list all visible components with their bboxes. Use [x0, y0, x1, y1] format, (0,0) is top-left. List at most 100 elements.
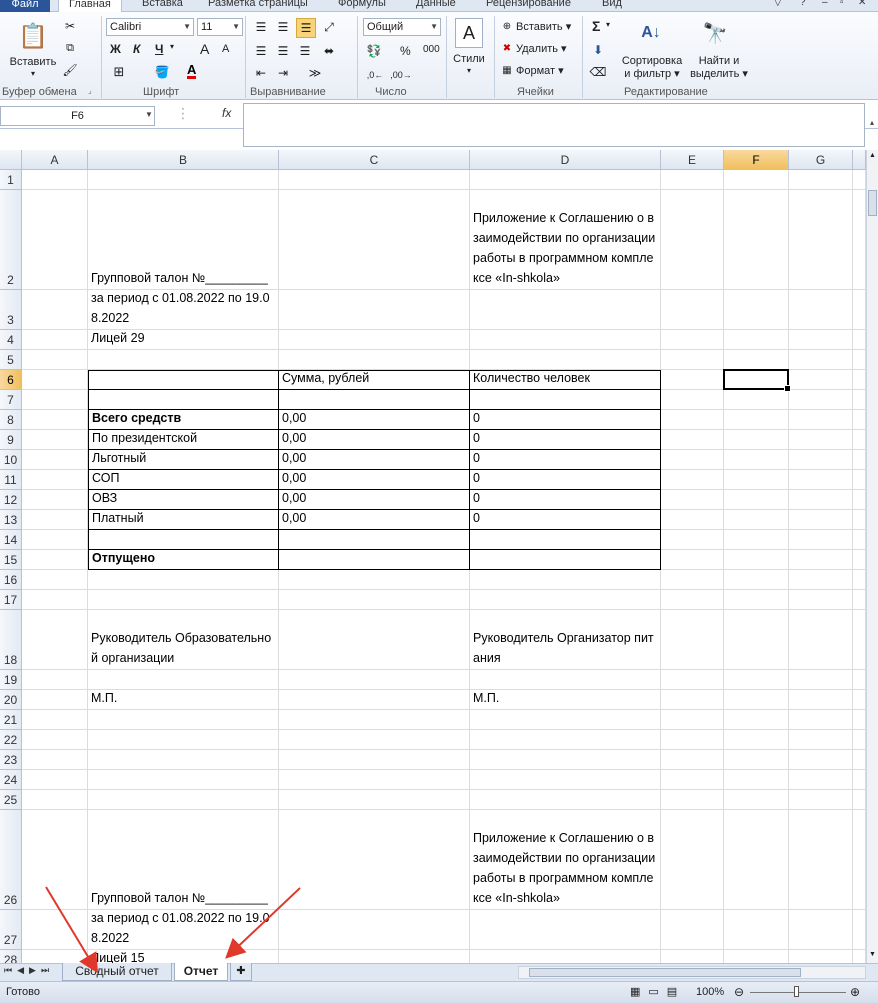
cell-h27[interactable] — [853, 910, 866, 950]
find-select-icon[interactable]: 🔭 — [700, 18, 730, 48]
cell-b25[interactable] — [88, 790, 279, 810]
align-right-icon[interactable]: ☰ — [296, 42, 314, 60]
window-minimize-icon[interactable]: – — [822, 0, 828, 12]
cell-d13[interactable]: 0 — [470, 510, 661, 530]
row-header[interactable]: 7 — [0, 390, 22, 410]
cell-e8[interactable] — [661, 410, 724, 430]
zoom-in-icon[interactable]: ⊕ — [850, 985, 860, 999]
cell-c17[interactable] — [279, 590, 470, 610]
namebox-dropdown-icon[interactable]: ▼ — [145, 110, 153, 119]
cell-b14[interactable] — [88, 530, 279, 550]
copy-icon[interactable]: ⧉ — [62, 40, 78, 56]
cell-e13[interactable] — [661, 510, 724, 530]
cell-g24[interactable] — [789, 770, 853, 790]
align-left-icon[interactable]: ☰ — [252, 42, 270, 60]
cell-b11[interactable]: СОП — [88, 470, 279, 490]
insert-function-icon[interactable]: fx — [222, 106, 231, 120]
cell-e17[interactable] — [661, 590, 724, 610]
cell-f3[interactable] — [724, 290, 789, 330]
cell-c25[interactable] — [279, 790, 470, 810]
clear-icon[interactable]: ⌫ — [590, 64, 607, 80]
column-header-c[interactable]: C — [279, 150, 470, 170]
cell-c22[interactable] — [279, 730, 470, 750]
cell-c1[interactable] — [279, 170, 470, 190]
cell-g1[interactable] — [789, 170, 853, 190]
cell-h1[interactable] — [853, 170, 866, 190]
cell-g4[interactable] — [789, 330, 853, 350]
cell-f1[interactable] — [724, 170, 789, 190]
row-header[interactable]: 1 — [0, 170, 22, 190]
cell-g16[interactable] — [789, 570, 853, 590]
view-buttons-icon[interactable]: ▦▭▤ — [630, 985, 685, 998]
row-header[interactable]: 3 — [0, 290, 22, 330]
format-cells-button[interactable]: Формат ▾ — [516, 64, 564, 77]
cell-c4[interactable] — [279, 330, 470, 350]
column-header-h[interactable] — [853, 150, 866, 170]
row-header[interactable]: 18 — [0, 610, 22, 670]
cell-e20[interactable] — [661, 690, 724, 710]
cell-d24[interactable] — [470, 770, 661, 790]
cell-f5[interactable] — [724, 350, 789, 370]
cell-g9[interactable] — [789, 430, 853, 450]
underline-dropdown-icon[interactable]: ▾ — [170, 42, 174, 51]
cell-g14[interactable] — [789, 530, 853, 550]
cell-h13[interactable] — [853, 510, 866, 530]
borders-icon[interactable]: ⊞ — [110, 64, 128, 80]
align-middle-icon[interactable]: ☰ — [274, 18, 292, 36]
cell-d25[interactable] — [470, 790, 661, 810]
cell-g2[interactable] — [789, 190, 853, 290]
cell-e23[interactable] — [661, 750, 724, 770]
cell-h24[interactable] — [853, 770, 866, 790]
cell-c27[interactable] — [279, 910, 470, 950]
cell-h3[interactable] — [853, 290, 866, 330]
cell-e24[interactable] — [661, 770, 724, 790]
number-format-select[interactable]: Общий ▼ — [363, 18, 441, 36]
cell-b17[interactable] — [88, 590, 279, 610]
cell-a15[interactable] — [22, 550, 88, 570]
cell-f10[interactable] — [724, 450, 789, 470]
cell-b24[interactable] — [88, 770, 279, 790]
new-sheet-icon[interactable]: ✚ — [230, 963, 252, 981]
cell-b15[interactable]: Отпущено — [88, 550, 279, 570]
cell-h9[interactable] — [853, 430, 866, 450]
fill-icon[interactable]: ⬇ — [590, 42, 606, 58]
cell-c14[interactable] — [279, 530, 470, 550]
scroll-up-icon[interactable]: ▲ — [868, 152, 877, 162]
cell-a16[interactable] — [22, 570, 88, 590]
cell-f19[interactable] — [724, 670, 789, 690]
cell-d3[interactable] — [470, 290, 661, 330]
cell-f11[interactable] — [724, 470, 789, 490]
sheet-nav-icon[interactable]: ⏮◀▶⏭ — [4, 965, 54, 976]
cell-f28[interactable] — [724, 950, 789, 963]
cell-g12[interactable] — [789, 490, 853, 510]
cell-g20[interactable] — [789, 690, 853, 710]
cell-e4[interactable] — [661, 330, 724, 350]
name-box[interactable]: F6 — [0, 106, 155, 126]
cell-h26[interactable] — [853, 810, 866, 910]
row-header[interactable]: 28 — [0, 950, 22, 963]
cell-g17[interactable] — [789, 590, 853, 610]
cell-c3[interactable] — [279, 290, 470, 330]
cell-d14[interactable] — [470, 530, 661, 550]
cell-e27[interactable] — [661, 910, 724, 950]
row-header[interactable]: 11 — [0, 470, 22, 490]
cell-a17[interactable] — [22, 590, 88, 610]
column-header-e[interactable]: E — [661, 150, 724, 170]
window-close-icon[interactable]: ✕ — [858, 0, 866, 12]
cell-d12[interactable]: 0 — [470, 490, 661, 510]
cell-f14[interactable] — [724, 530, 789, 550]
cell-a18[interactable] — [22, 610, 88, 670]
underline-button[interactable]: Ч — [155, 42, 163, 56]
cell-f4[interactable] — [724, 330, 789, 350]
decrease-indent-icon[interactable]: ⇤ — [252, 64, 270, 82]
row-header[interactable]: 6 — [0, 370, 22, 390]
cell-h20[interactable] — [853, 690, 866, 710]
cell-d1[interactable] — [470, 170, 661, 190]
cell-e21[interactable] — [661, 710, 724, 730]
cell-f15[interactable] — [724, 550, 789, 570]
cell-b22[interactable] — [88, 730, 279, 750]
cell-b9[interactable]: По президентской — [88, 430, 279, 450]
cell-b2[interactable]: Групповой талон №_________ — [88, 190, 279, 290]
cell-e9[interactable] — [661, 430, 724, 450]
cell-h17[interactable] — [853, 590, 866, 610]
